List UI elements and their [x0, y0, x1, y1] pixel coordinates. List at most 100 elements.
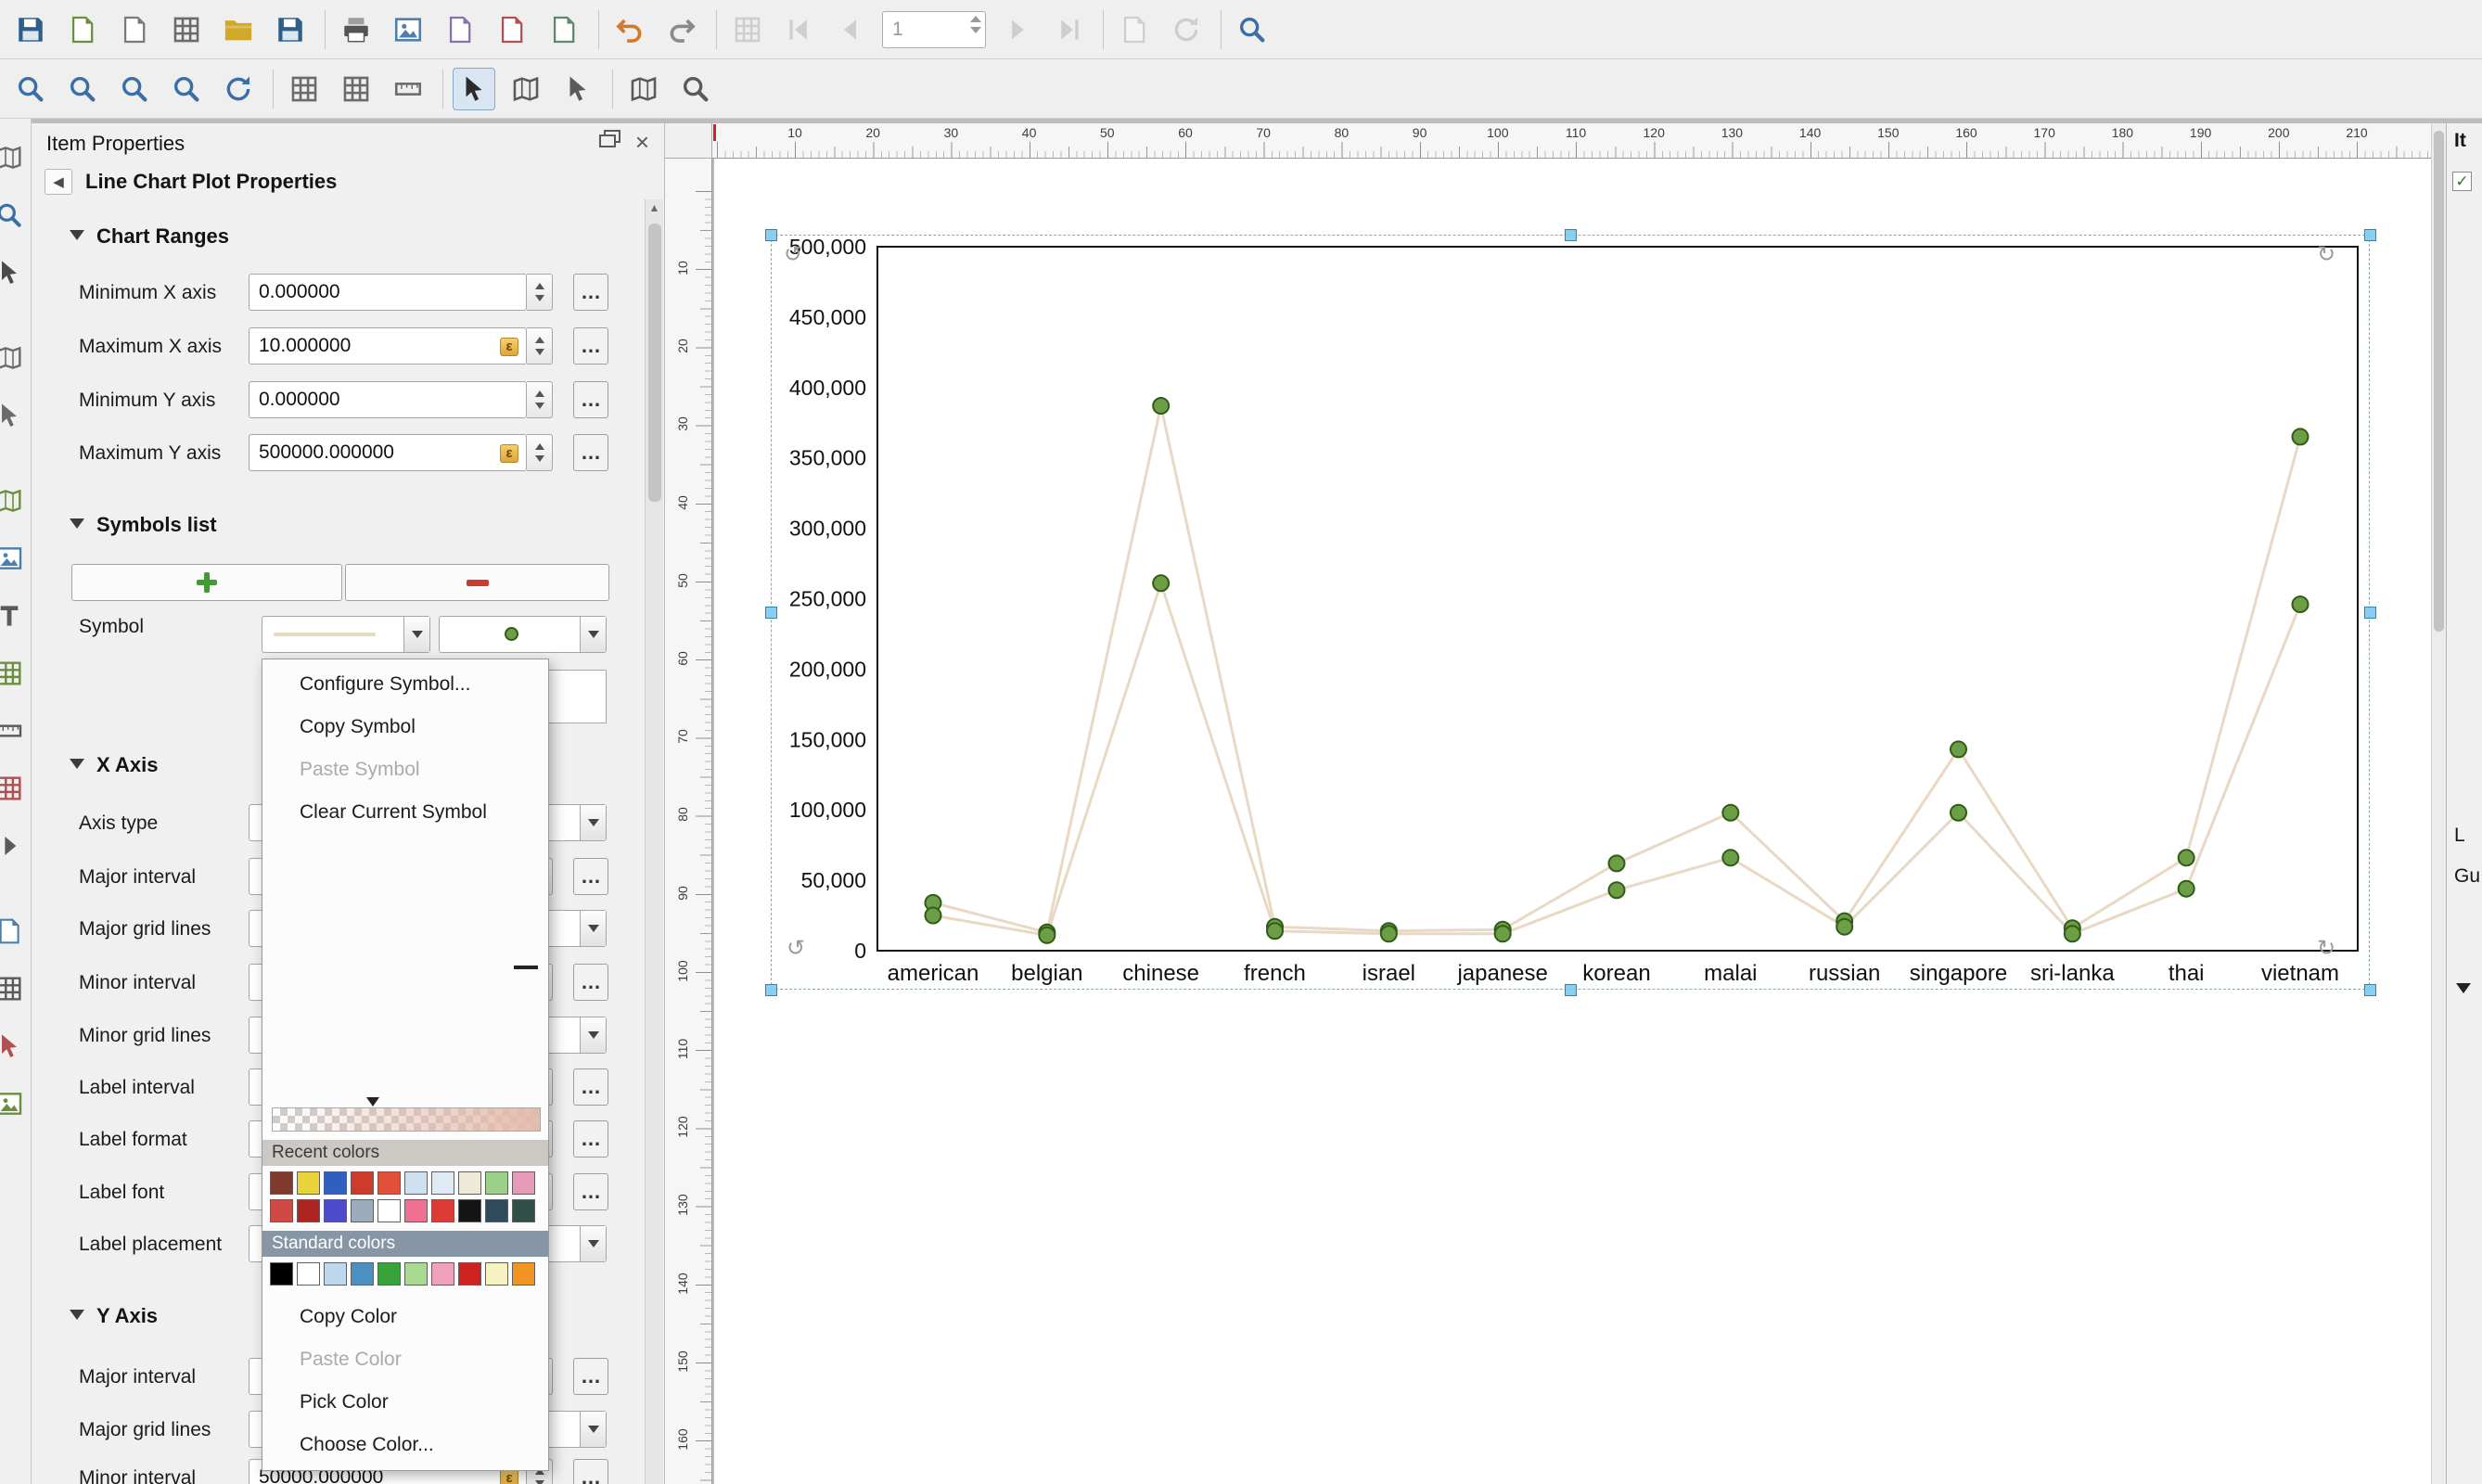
- snap-grid-button[interactable]: [335, 68, 377, 110]
- edit-nodes-item-button[interactable]: [557, 68, 599, 110]
- selection-handle[interactable]: [1565, 229, 1577, 241]
- show-guides-button[interactable]: [387, 68, 429, 110]
- feature-number-spinbox[interactable]: 1: [882, 11, 986, 48]
- export-pdf-button[interactable]: [491, 8, 533, 51]
- field-maximum-x-axis-spin[interactable]: [527, 327, 553, 365]
- add-html-tool[interactable]: [0, 913, 28, 950]
- duplicate-layout-button[interactable]: [113, 8, 156, 51]
- selection-handle[interactable]: [765, 984, 777, 996]
- override-button-1[interactable]: …: [573, 327, 608, 365]
- spin-up-icon[interactable]: [535, 443, 544, 450]
- menu-item-copy-symbol[interactable]: Copy Symbol: [262, 706, 548, 748]
- value-slider-marker[interactable]: [366, 1097, 379, 1107]
- field-maximum-y-axis[interactable]: 500000.000000ε: [249, 434, 527, 471]
- menu-item-choose-color[interactable]: Choose Color...: [262, 1424, 548, 1466]
- spin-down-icon[interactable]: [535, 295, 544, 301]
- combo-arrow-icon[interactable]: [403, 617, 429, 652]
- menu-item-clear-current-symbol[interactable]: Clear Current Symbol: [262, 791, 548, 834]
- atlas-refresh-button[interactable]: [1165, 8, 1208, 51]
- atlas-settings-button[interactable]: [726, 8, 769, 51]
- color-swatch[interactable]: [324, 1262, 347, 1286]
- spin-up-icon[interactable]: [535, 337, 544, 343]
- menu-item-pick-color[interactable]: Pick Color: [262, 1381, 548, 1424]
- color-swatch[interactable]: [485, 1199, 508, 1222]
- zoom-full-button[interactable]: [165, 68, 208, 110]
- color-swatch[interactable]: [297, 1171, 320, 1195]
- color-swatch[interactable]: [485, 1262, 508, 1286]
- add-arrow-tool[interactable]: [0, 827, 28, 864]
- zoom-to-extent-button[interactable]: [1231, 8, 1273, 51]
- spin-up-icon[interactable]: [970, 16, 981, 22]
- first-feature-button[interactable]: [778, 8, 821, 51]
- color-swatch[interactable]: [458, 1171, 481, 1195]
- line-chart-item[interactable]: 050,000100,000150,000200,000250,000300,0…: [771, 235, 2370, 990]
- undo-button[interactable]: [608, 8, 651, 51]
- open-template-button[interactable]: [217, 8, 260, 51]
- add-table-tool[interactable]: [0, 970, 28, 1007]
- collapse-triangle-icon[interactable]: [70, 518, 84, 529]
- combo-arrow-icon[interactable]: [580, 911, 606, 946]
- atlas-export-button[interactable]: [1113, 8, 1156, 51]
- override-button-0[interactable]: …: [573, 274, 608, 311]
- select-move-item-button[interactable]: [453, 68, 495, 110]
- show-grid-button[interactable]: [283, 68, 326, 110]
- color-swatch[interactable]: [351, 1262, 374, 1286]
- zoom-tool[interactable]: [0, 197, 28, 234]
- redo-button[interactable]: [660, 8, 703, 51]
- next-feature-button[interactable]: [995, 8, 1038, 51]
- zoom-actual-button[interactable]: [113, 68, 156, 110]
- color-wheel[interactable]: [272, 833, 541, 1102]
- collapse-triangle-icon[interactable]: [70, 1310, 84, 1320]
- selection-handle[interactable]: [1565, 984, 1577, 996]
- color-swatch[interactable]: [512, 1262, 535, 1286]
- color-swatch[interactable]: [297, 1199, 320, 1222]
- rotate-handle-icon[interactable]: ↻: [2317, 935, 2335, 962]
- override-x-6[interactable]: …: [573, 1120, 608, 1158]
- value-override-icon[interactable]: ε: [500, 1469, 518, 1484]
- save-project-button[interactable]: [9, 8, 52, 51]
- pan-layout-button[interactable]: [622, 68, 665, 110]
- zoom-tool-button[interactable]: [674, 68, 717, 110]
- menu-item-copy-color[interactable]: Copy Color: [262, 1296, 548, 1338]
- edit-nodes-tool[interactable]: [0, 397, 28, 434]
- collapse-triangle-icon[interactable]: [70, 230, 84, 240]
- color-swatch[interactable]: [458, 1199, 481, 1222]
- color-swatch[interactable]: [377, 1171, 401, 1195]
- value-override-icon[interactable]: ε: [500, 444, 518, 463]
- marker-symbol-dropdown[interactable]: [439, 616, 607, 653]
- add-picture-tool[interactable]: [0, 540, 28, 577]
- new-layout-button[interactable]: [61, 8, 104, 51]
- field-maximum-x-axis[interactable]: 10.000000ε: [249, 327, 527, 365]
- spin-down-icon[interactable]: [535, 349, 544, 355]
- section-symbols-list[interactable]: Symbols list: [32, 511, 625, 539]
- combo-arrow-icon[interactable]: [580, 1412, 606, 1447]
- right-tab-layout[interactable]: L: [2454, 825, 2465, 847]
- selection-handle[interactable]: [2364, 984, 2376, 996]
- value-slider[interactable]: [272, 1107, 541, 1132]
- override-x-1[interactable]: …: [573, 858, 608, 895]
- rotate-handle-icon[interactable]: ↻: [2317, 241, 2335, 268]
- color-swatch[interactable]: [404, 1262, 428, 1286]
- color-swatch[interactable]: [485, 1171, 508, 1195]
- color-swatch[interactable]: [351, 1171, 374, 1195]
- add-map-tool[interactable]: [0, 482, 28, 519]
- value-override-icon[interactable]: ε: [500, 338, 518, 356]
- line-symbol-dropdown[interactable]: [262, 616, 430, 653]
- color-swatch[interactable]: [431, 1199, 454, 1222]
- color-swatch[interactable]: [324, 1199, 347, 1222]
- add-scalebar-tool[interactable]: [0, 712, 28, 749]
- field-minimum-y-axis-spin[interactable]: [527, 381, 553, 418]
- add-symbol-button[interactable]: [71, 564, 342, 601]
- spin-down-icon[interactable]: [535, 1480, 544, 1484]
- override-x-3[interactable]: …: [573, 964, 608, 1001]
- move-content-tool[interactable]: [0, 339, 28, 377]
- save-template-button[interactable]: [269, 8, 312, 51]
- color-swatch[interactable]: [404, 1171, 428, 1195]
- add-plot-tool[interactable]: [0, 1085, 28, 1122]
- scrollbar-up-icon[interactable]: ▲: [646, 201, 663, 214]
- chevron-down-icon[interactable]: [2456, 983, 2471, 993]
- color-swatch[interactable]: [431, 1171, 454, 1195]
- color-swatch[interactable]: [377, 1262, 401, 1286]
- color-swatch[interactable]: [377, 1199, 401, 1222]
- export-report-button[interactable]: [543, 8, 585, 51]
